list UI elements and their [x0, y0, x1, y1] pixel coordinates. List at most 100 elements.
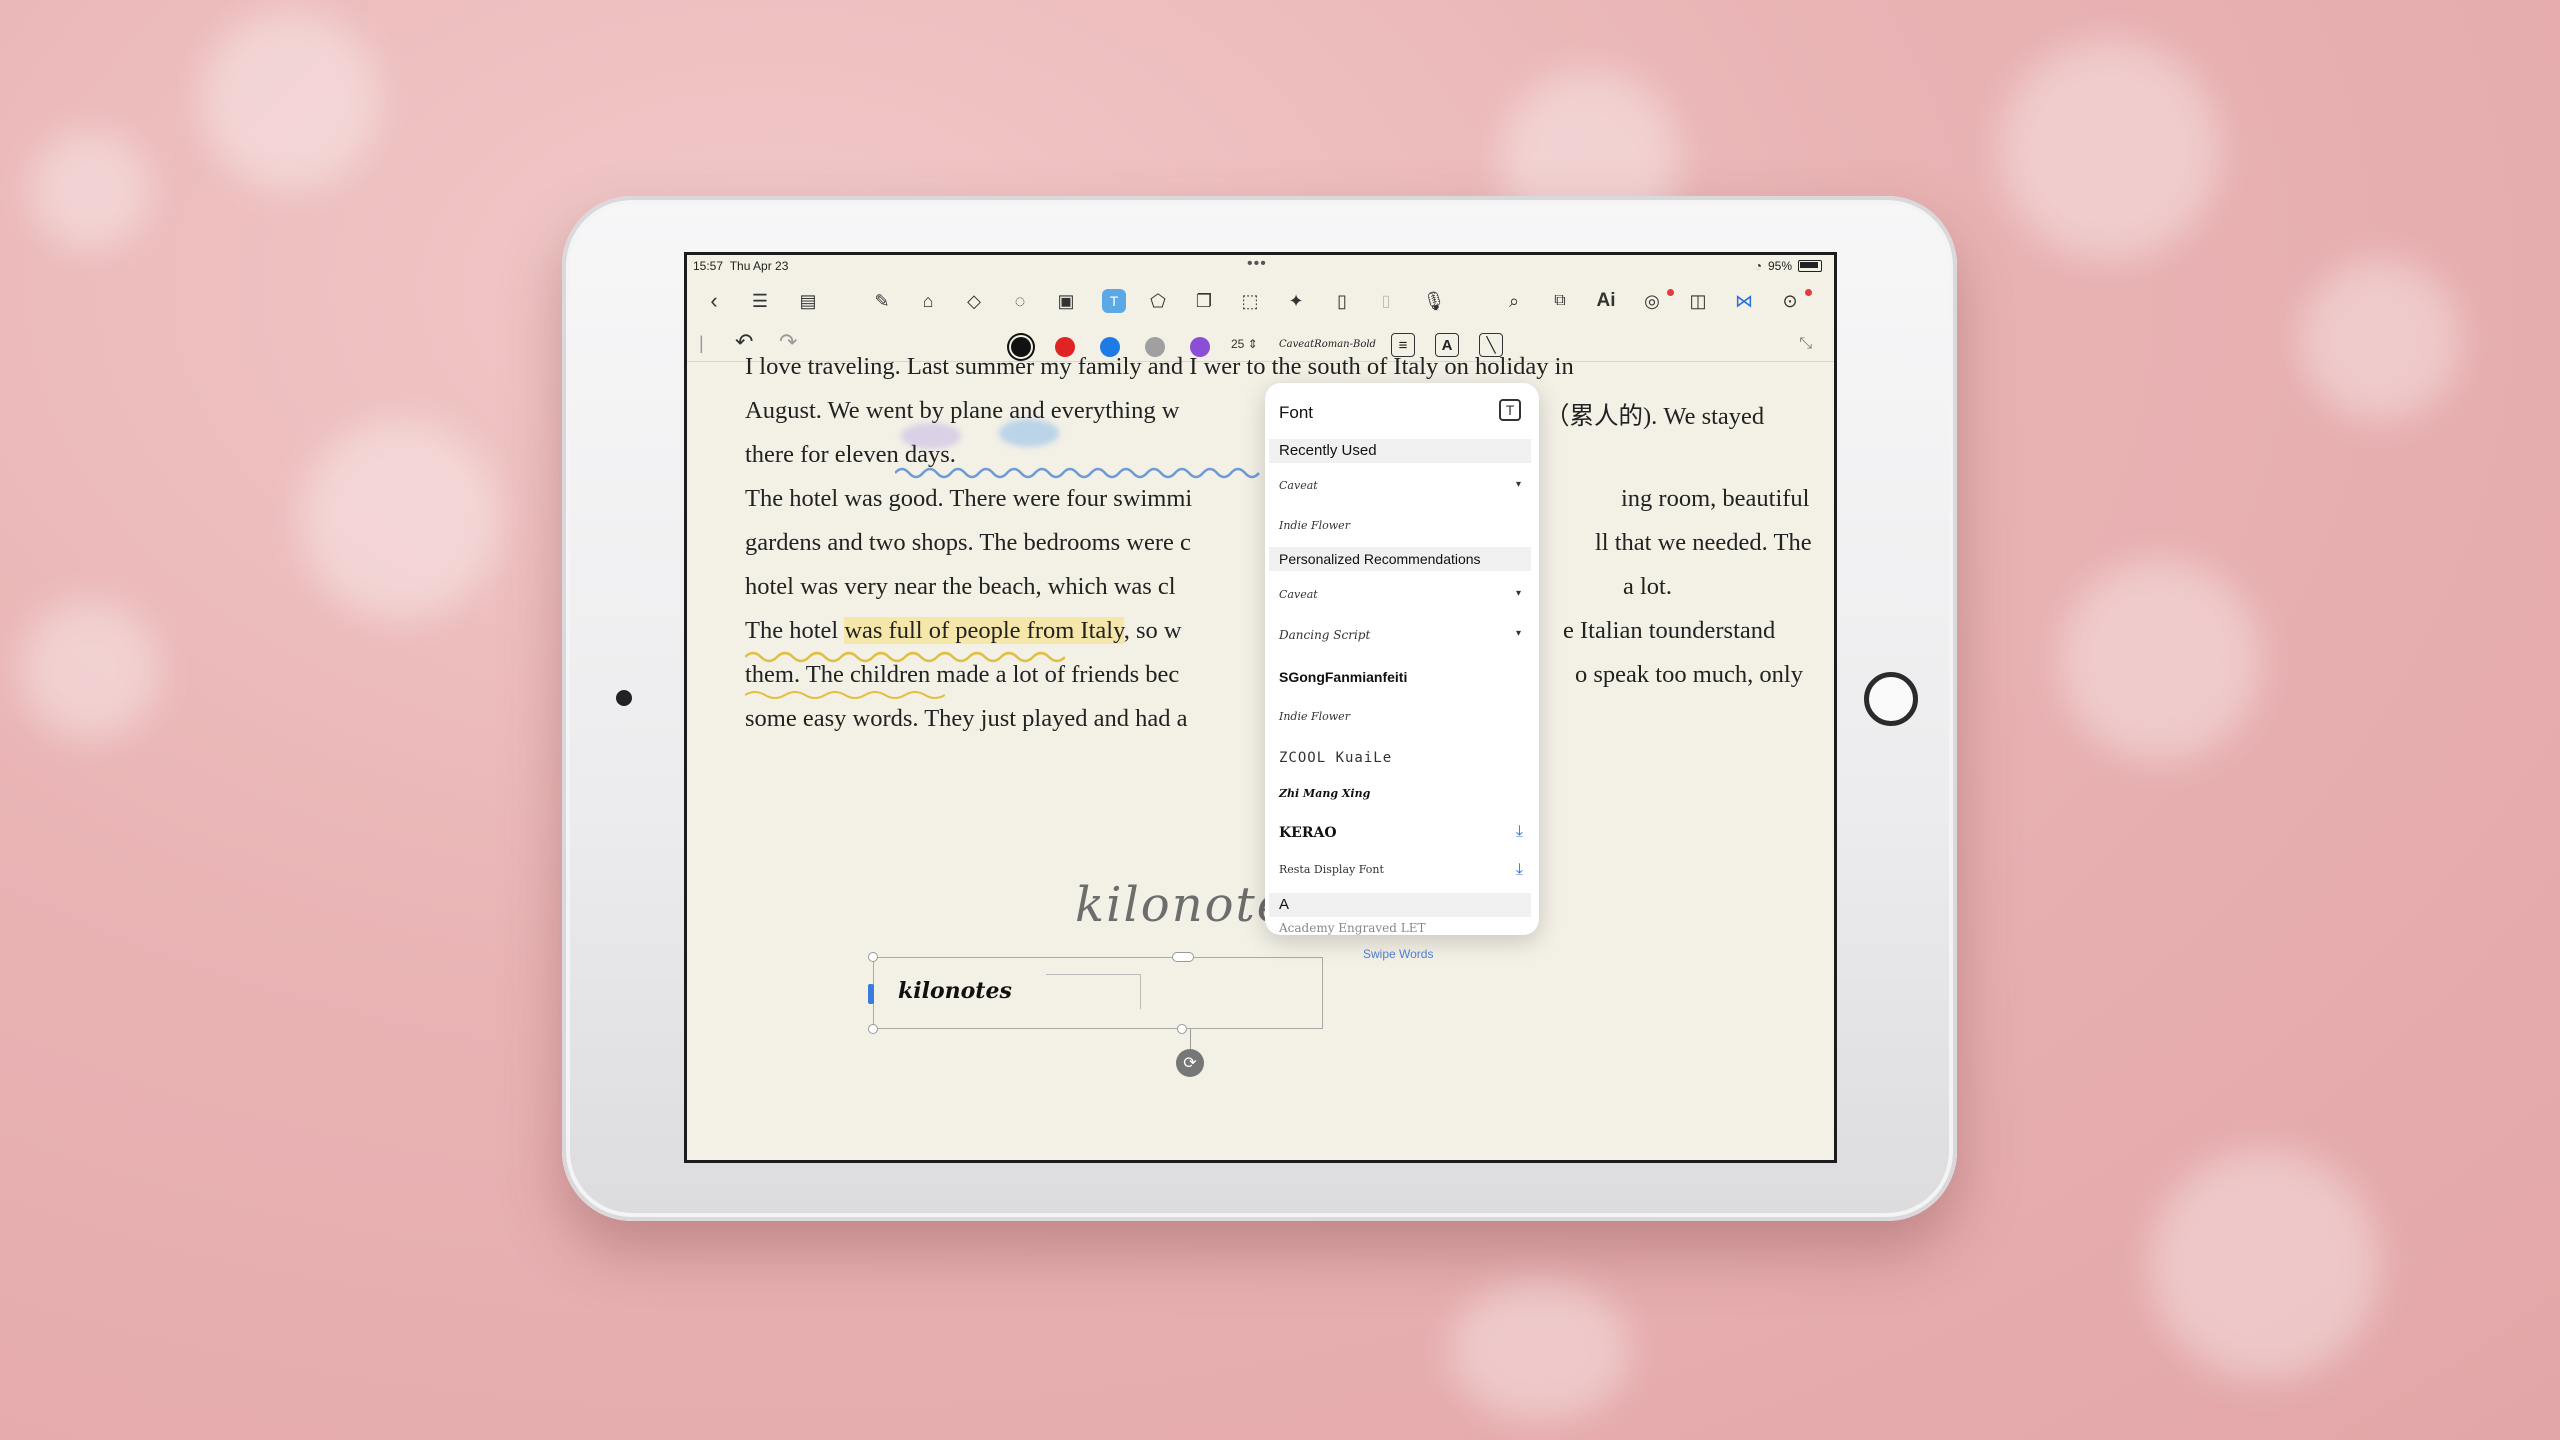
add-font-icon[interactable]: T: [1499, 399, 1521, 421]
comments-icon[interactable]: ◫: [1683, 283, 1713, 319]
outline-icon[interactable]: ☰: [745, 283, 775, 319]
highlighter-icon[interactable]: ⌂: [913, 283, 943, 319]
text-line-right: o speak too much, only: [1575, 661, 1803, 688]
resize-handle[interactable]: [868, 952, 878, 962]
text-line: gardens and two shops. The bedrooms were…: [745, 529, 1191, 556]
main-toolbar: ‹ ☰ ▤ ✎ ⌂ ◇ ◌ ▣ T ⬠ ❐ ⬚ ✦ ▯ ▯ 🎙 ⌕ ⧉ Ai ◎…: [687, 283, 1834, 323]
top-resize-handle[interactable]: [1172, 952, 1194, 962]
app-screen: 15:57 Thu Apr 23 ••• ◔ 95% ‹ ☰ ▤ ✎ ⌂ ◇ ◌…: [684, 252, 1837, 1163]
status-date: Thu Apr 23: [729, 259, 789, 273]
pen-icon[interactable]: ✎: [867, 283, 897, 319]
share-icon[interactable]: ⋈: [1729, 283, 1759, 319]
yellow-wavy-underline: [745, 651, 1065, 663]
bokeh-light: [30, 130, 150, 250]
multitask-dots-icon[interactable]: •••: [1247, 255, 1267, 273]
bottom-resize-handle[interactable]: [1177, 1024, 1187, 1034]
bokeh-light: [200, 10, 380, 190]
eraser-icon[interactable]: ◇: [959, 283, 989, 319]
more-icon[interactable]: ⊙: [1775, 283, 1805, 319]
recommendations-header: Personalized Recommendations: [1269, 547, 1531, 571]
alpha-section-header: A: [1269, 893, 1531, 917]
mic-icon[interactable]: 🎙: [1419, 283, 1449, 319]
font-size-value: 25: [1231, 337, 1245, 351]
chevron-down-icon[interactable]: ▾: [1516, 479, 1521, 490]
undo-icon[interactable]: ↶: [735, 329, 753, 355]
font-option-caveat[interactable]: Caveat: [1279, 479, 1318, 492]
text-box-inner-frame: [1046, 974, 1141, 1009]
resize-handle[interactable]: [868, 1024, 878, 1034]
shape-icon[interactable]: ⬠: [1143, 283, 1173, 319]
page-list-icon[interactable]: ▤: [793, 283, 823, 319]
font-option-resta-display[interactable]: Resta Display Font: [1279, 863, 1384, 876]
bokeh-light: [2060, 560, 2260, 760]
ai-icon[interactable]: Ai: [1591, 283, 1621, 319]
font-option-zhi-mang-xing[interactable]: Zhi Mang Xing: [1279, 787, 1370, 800]
highlighted-text: was full of people from Italy: [844, 617, 1124, 644]
status-bar: 15:57 Thu Apr 23 ••• ◔ 95%: [687, 255, 1834, 277]
bokeh-light: [300, 420, 500, 620]
text-box[interactable]: kilonotes: [868, 952, 1323, 1034]
text-line-right: （累人的). We stayed: [1545, 403, 1765, 430]
font-option-academy-engraved[interactable]: Academy Engraved LET: [1279, 921, 1425, 935]
font-option-indie-flower[interactable]: Indie Flower: [1279, 519, 1350, 532]
font-name-select[interactable]: CaveatRoman-Bold: [1279, 339, 1376, 350]
download-icon[interactable]: ⤓: [1516, 861, 1523, 879]
bokeh-light: [1450, 1280, 1630, 1420]
font-option-dancing-script[interactable]: Dancing Script: [1279, 628, 1370, 642]
font-panel-title: Font: [1279, 403, 1314, 422]
text-line: some easy words. They just played and ha…: [745, 705, 1188, 732]
notification-dot: [1805, 289, 1812, 296]
font-size-stepper[interactable]: 25 ⇕: [1231, 337, 1258, 351]
rotate-icon[interactable]: ⟳: [1176, 1049, 1204, 1077]
chevron-down-icon[interactable]: ▾: [1516, 588, 1521, 599]
yellow-wavy-underline: [745, 691, 945, 699]
lasso-icon[interactable]: ◌: [1005, 283, 1035, 319]
text-cursor-handle[interactable]: [868, 984, 874, 1004]
back-icon[interactable]: ‹: [699, 283, 729, 319]
download-icon[interactable]: ⤓: [1516, 823, 1523, 841]
bokeh-light: [20, 600, 160, 740]
text-box-content[interactable]: kilonotes: [898, 978, 1012, 1004]
text-line: hotel was very near the beach, which was…: [745, 573, 1176, 600]
home-button[interactable]: [1864, 672, 1918, 726]
status-time: 15:57 Thu Apr 23: [693, 259, 788, 273]
font-option-caveat[interactable]: Caveat: [1279, 588, 1318, 601]
blue-wavy-underline: [895, 467, 1260, 479]
text-line-right: ing room, beautiful: [1621, 485, 1810, 512]
redo-icon[interactable]: ↷: [779, 329, 797, 355]
notification-dot: [1667, 289, 1674, 296]
present-icon[interactable]: ⧉: [1545, 283, 1575, 319]
sticker-icon[interactable]: ❐: [1189, 283, 1219, 319]
palette-icon[interactable]: ◎: [1637, 283, 1667, 319]
select-area-icon[interactable]: ⬚: [1235, 283, 1265, 319]
text-line: August. We went by plane and everything …: [745, 397, 1180, 424]
status-time-text: 15:57: [693, 259, 724, 273]
text-run: , so w: [1123, 617, 1182, 644]
text-tool-icon[interactable]: T: [1102, 289, 1126, 313]
text-run: The hotel: [745, 617, 839, 644]
image-icon[interactable]: ▣: [1051, 283, 1081, 319]
font-option-sgongfanmianfeiti[interactable]: SGongFanmianfeiti: [1279, 669, 1407, 685]
font-option-indie-flower[interactable]: Indie Flower: [1279, 710, 1350, 723]
ruler-icon[interactable]: ✦: [1281, 283, 1311, 319]
swipe-words-link[interactable]: Swipe Words: [1363, 947, 1433, 961]
wifi-icon: ◔: [1754, 259, 1762, 273]
font-option-zcool-kuaile[interactable]: ZCOOL KuaiLe: [1279, 750, 1392, 766]
chevron-down-icon[interactable]: ▾: [1516, 628, 1521, 639]
status-right: ◔ 95%: [1755, 259, 1822, 273]
bokeh-light: [2150, 1150, 2380, 1380]
font-picker-panel: Font T Recently Used Caveat ▾ Indie Flow…: [1265, 383, 1539, 935]
battery-percent: 95%: [1767, 259, 1792, 273]
text-line: The hotel was good. There were four swim…: [745, 485, 1193, 512]
text-line-right: e Italian tounderstand: [1563, 617, 1776, 644]
font-option-kerao[interactable]: KERAO: [1279, 825, 1337, 841]
scroll-icon[interactable]: ▯: [1371, 283, 1401, 319]
front-camera: [616, 690, 632, 706]
text-line-right: a lot.: [1623, 573, 1672, 600]
battery-icon: [1798, 260, 1822, 272]
text-line-right: ll that we needed. The: [1595, 529, 1812, 556]
search-icon[interactable]: ⌕: [1499, 283, 1529, 319]
sidebar-toggle-icon[interactable]: |: [699, 333, 704, 354]
collapse-icon[interactable]: ⤡: [1799, 335, 1812, 353]
notebook-icon[interactable]: ▯: [1327, 283, 1357, 319]
